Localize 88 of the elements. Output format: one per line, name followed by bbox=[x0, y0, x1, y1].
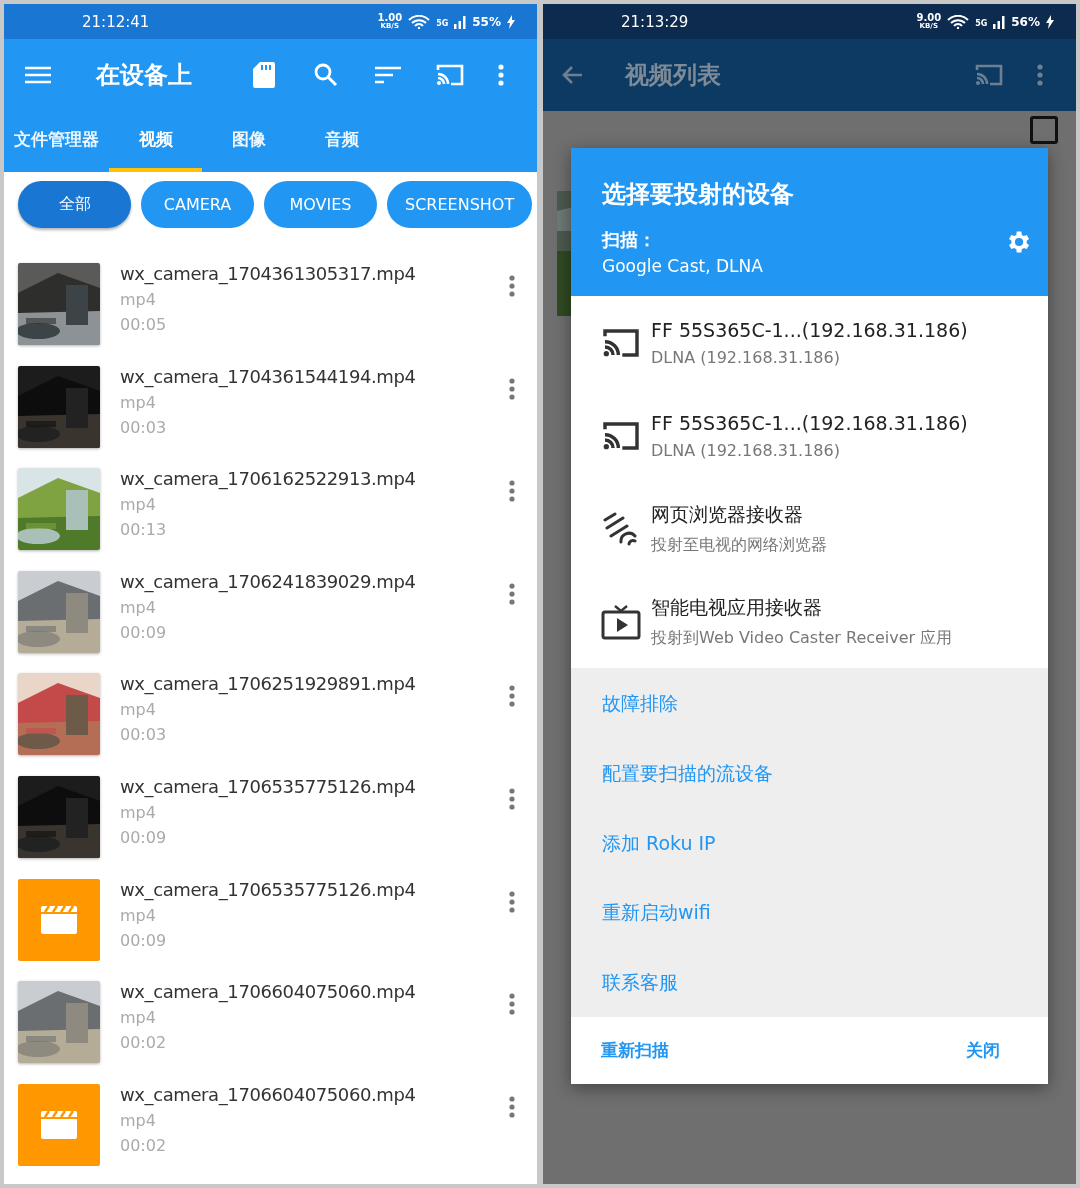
video-duration: 00:09 bbox=[120, 622, 168, 642]
dialog-button[interactable]: 关闭 bbox=[966, 1039, 1000, 1062]
video-type: mp4 bbox=[120, 700, 157, 720]
tab[interactable]: 文件管理器 bbox=[4, 111, 109, 172]
tab[interactable]: 图像 bbox=[202, 111, 295, 172]
device-item[interactable]: 网页浏览器接收器 投射至电视的网络浏览器 bbox=[571, 482, 1048, 575]
wifi-icon bbox=[947, 14, 970, 29]
filter-chip[interactable]: 全部 bbox=[18, 181, 131, 228]
video-duration: 00:13 bbox=[120, 520, 168, 540]
dialog-button[interactable]: 重新扫描 bbox=[601, 1039, 669, 1062]
tv-play-icon bbox=[601, 603, 641, 640]
more-icon[interactable] bbox=[509, 275, 515, 297]
network-type: 5G bbox=[975, 18, 988, 28]
signal-icon bbox=[993, 14, 1006, 29]
toolbar-title: 视频列表 bbox=[625, 60, 722, 91]
more-icon[interactable] bbox=[509, 377, 515, 400]
video-type: mp4 bbox=[120, 1008, 157, 1028]
video-name: wx_camera_1704361305317.mp4 bbox=[120, 263, 417, 284]
video-duration: 00:09 bbox=[120, 930, 168, 950]
device-item[interactable]: 智能电视应用接收器 投射到Web Video Caster Receiver 应用 bbox=[571, 575, 1048, 668]
video-name: wx_camera_1706604075060.mp4 bbox=[120, 981, 417, 1003]
battery-level: 55% bbox=[472, 14, 501, 29]
video-duration: 00:03 bbox=[120, 417, 168, 437]
filter-chip[interactable]: MOVIES bbox=[264, 181, 377, 228]
device-item[interactable]: FF 55S365C-1...(192.168.31.186) DLNA (192.168.31.186) bbox=[571, 389, 1048, 482]
clock: 21:12:41 bbox=[82, 12, 151, 31]
video-duration: 00:09 bbox=[120, 827, 168, 847]
device-detail: DLNA (192.168.31.186) bbox=[651, 440, 841, 460]
video-duration: 00:02 bbox=[120, 1135, 168, 1155]
filter-chip[interactable]: SCREENSHOT bbox=[387, 181, 533, 228]
video-duration: 00:02 bbox=[120, 1033, 168, 1053]
device-detail: 投射至电视的网络浏览器 bbox=[651, 534, 827, 556]
video-name: wx_camera_1706251929891.mp4 bbox=[120, 673, 417, 695]
cast-icon[interactable] bbox=[974, 63, 1004, 87]
video-name: wx_camera_1706604075060.mp4 bbox=[120, 1083, 417, 1105]
dialog-link[interactable]: 添加 Roku IP bbox=[571, 807, 1048, 878]
signal-icon bbox=[454, 14, 467, 29]
video-type: mp4 bbox=[120, 495, 157, 515]
wifi-icon bbox=[408, 14, 431, 29]
video-type: mp4 bbox=[120, 290, 157, 309]
device-item[interactable]: FF 55S365C-1...(192.168.31.186) DLNA (192.168.31.186) bbox=[571, 296, 1048, 389]
charging-icon bbox=[507, 14, 515, 29]
device-detail: DLNA (192.168.31.186) bbox=[651, 347, 841, 367]
charging-icon bbox=[1046, 14, 1054, 29]
video-name: wx_camera_1704361544194.mp4 bbox=[120, 365, 417, 387]
scan-protocols: Google Cast, DLNA bbox=[602, 256, 764, 276]
device-name: 网页浏览器接收器 bbox=[651, 501, 804, 527]
toolbar-title: 在设备上 bbox=[96, 60, 193, 91]
filter-chip[interactable]: CAMERA bbox=[141, 181, 254, 228]
more-icon[interactable] bbox=[509, 890, 515, 913]
video-type: mp4 bbox=[120, 1110, 157, 1130]
video-type: mp4 bbox=[120, 905, 157, 925]
more-icon[interactable] bbox=[1037, 64, 1043, 86]
more-icon[interactable] bbox=[509, 1095, 515, 1118]
video-type: mp4 bbox=[120, 392, 157, 412]
dialog-link[interactable]: 故障排除 bbox=[571, 668, 1048, 738]
dialog-link[interactable]: 重新启动wifi bbox=[571, 877, 1048, 948]
dialog-link[interactable]: 配置要扫描的流设备 bbox=[571, 737, 1048, 808]
tab[interactable]: 音频 bbox=[295, 111, 388, 172]
video-duration: 00:05 bbox=[120, 315, 168, 334]
clapperboard-icon bbox=[41, 905, 77, 934]
cast-icon bbox=[601, 419, 641, 452]
more-icon[interactable] bbox=[509, 685, 515, 708]
device-name: 智能电视应用接收器 bbox=[651, 594, 823, 620]
video-name: wx_camera_1706535775126.mp4 bbox=[120, 878, 417, 900]
clapperboard-icon bbox=[41, 1110, 77, 1139]
more-icon[interactable] bbox=[509, 993, 515, 1016]
video-type: mp4 bbox=[120, 597, 157, 617]
more-icon[interactable] bbox=[509, 582, 515, 605]
device-name: FF 55S365C-1...(192.168.31.186) bbox=[651, 318, 968, 341]
network-type: 5G bbox=[436, 18, 449, 28]
device-name: FF 55S365C-1...(192.168.31.186) bbox=[651, 411, 968, 434]
cast-icon bbox=[601, 326, 641, 359]
dialog-link[interactable]: 联系客服 bbox=[571, 947, 1048, 1017]
tab[interactable]: 视频 bbox=[109, 111, 202, 172]
clock: 21:13:29 bbox=[621, 12, 690, 31]
device-detail: 投射到Web Video Caster Receiver 应用 bbox=[651, 627, 953, 649]
battery-level: 56% bbox=[1011, 14, 1040, 29]
video-type: mp4 bbox=[120, 802, 157, 822]
video-name: wx_camera_1706535775126.mp4 bbox=[120, 775, 417, 797]
dialog-title: 选择要投射的设备 bbox=[602, 179, 795, 210]
scan-label: 扫描： bbox=[602, 228, 657, 252]
more-icon[interactable] bbox=[498, 64, 504, 86]
video-name: wx_camera_1706241839029.mp4 bbox=[120, 570, 417, 592]
video-duration: 00:03 bbox=[120, 725, 168, 745]
more-icon[interactable] bbox=[509, 787, 515, 810]
more-icon[interactable] bbox=[509, 480, 515, 503]
video-name: wx_camera_1706162522913.mp4 bbox=[120, 468, 417, 490]
